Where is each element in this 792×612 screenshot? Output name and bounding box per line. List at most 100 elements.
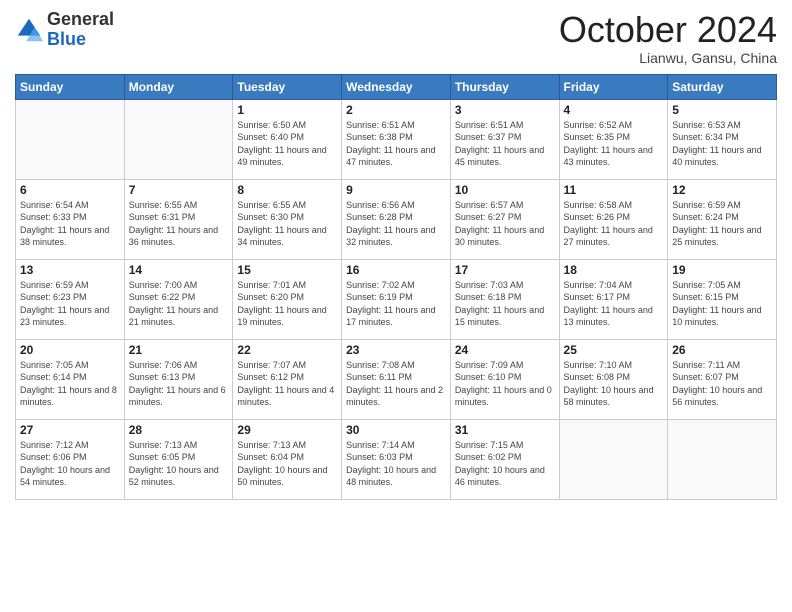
- title-block: October 2024 Lianwu, Gansu, China: [559, 10, 777, 66]
- calendar-cell: 21Sunrise: 7:06 AM Sunset: 6:13 PM Dayli…: [124, 339, 233, 419]
- day-info: Sunrise: 6:53 AM Sunset: 6:34 PM Dayligh…: [672, 119, 772, 169]
- day-number: 6: [20, 183, 120, 197]
- calendar-cell: 19 Sunrise: 7:05 AM Sunset: 6:15 PM Dayli…: [668, 259, 777, 339]
- day-info: Sunrise: 7:02 AM Sunset: 6:19 PM Dayligh…: [346, 279, 446, 329]
- day-info: Sunrise: 6:50 AM Sunset: 6:40 PM Dayligh…: [237, 119, 337, 169]
- month-title: October 2024: [559, 10, 777, 50]
- day-number: 13: [20, 263, 120, 277]
- calendar-cell: 1 Sunrise: 6:50 AM Sunset: 6:40 PM Daylig…: [233, 99, 342, 179]
- calendar-cell: 16 Sunrise: 7:02 AM Sunset: 6:19 PM Dayli…: [342, 259, 451, 339]
- day-info: Sunrise: 7:00 AM Sunset: 6:22 PM Dayligh…: [129, 279, 229, 329]
- day-info: Sunrise: 7:05 AM Sunset: 6:14 PM Dayligh…: [20, 359, 120, 409]
- day-info: Sunrise: 7:08 AM Sunset: 6:11 PM Dayligh…: [346, 359, 446, 409]
- day-info: Sunrise: 6:56 AM Sunset: 6:28 PM Dayligh…: [346, 199, 446, 249]
- calendar-cell: 4Sunrise: 6:52 AM Sunset: 6:35 PM Daylig…: [559, 99, 668, 179]
- day-header-tuesday: Tuesday: [233, 74, 342, 99]
- calendar-cell: 11Sunrise: 6:58 AM Sunset: 6:26 PM Dayli…: [559, 179, 668, 259]
- day-info: Sunrise: 6:57 AM Sunset: 6:27 PM Dayligh…: [455, 199, 555, 249]
- day-header-wednesday: Wednesday: [342, 74, 451, 99]
- calendar-cell: 28Sunrise: 7:13 AM Sunset: 6:05 PM Dayli…: [124, 419, 233, 499]
- logo: General Blue: [15, 10, 114, 50]
- day-info: Sunrise: 6:55 AM Sunset: 6:31 PM Dayligh…: [129, 199, 229, 249]
- day-number: 5: [672, 103, 772, 117]
- day-info: Sunrise: 6:59 AM Sunset: 6:23 PM Dayligh…: [20, 279, 120, 329]
- day-info: Sunrise: 7:03 AM Sunset: 6:18 PM Dayligh…: [455, 279, 555, 329]
- week-row-2: 6 Sunrise: 6:54 AM Sunset: 6:33 PM Daylig…: [16, 179, 777, 259]
- calendar-cell: 2Sunrise: 6:51 AM Sunset: 6:38 PM Daylig…: [342, 99, 451, 179]
- day-info: Sunrise: 6:54 AM Sunset: 6:33 PM Dayligh…: [20, 199, 120, 249]
- day-number: 27: [20, 423, 120, 437]
- day-info: Sunrise: 7:13 AM Sunset: 6:04 PM Dayligh…: [237, 439, 337, 489]
- calendar-cell: [16, 99, 125, 179]
- calendar-cell: 15Sunrise: 7:01 AM Sunset: 6:20 PM Dayli…: [233, 259, 342, 339]
- day-number: 10: [455, 183, 555, 197]
- day-info: Sunrise: 7:09 AM Sunset: 6:10 PM Dayligh…: [455, 359, 555, 409]
- day-info: Sunrise: 7:05 AM Sunset: 6:15 PM Dayligh…: [672, 279, 772, 329]
- day-header-saturday: Saturday: [668, 74, 777, 99]
- week-row-5: 27 Sunrise: 7:12 AM Sunset: 6:06 PM Dayli…: [16, 419, 777, 499]
- header: General Blue October 2024 Lianwu, Gansu,…: [15, 10, 777, 66]
- calendar-cell: 26 Sunrise: 7:11 AM Sunset: 6:07 PM Dayli…: [668, 339, 777, 419]
- day-number: 21: [129, 343, 229, 357]
- day-number: 25: [564, 343, 664, 357]
- day-info: Sunrise: 7:07 AM Sunset: 6:12 PM Dayligh…: [237, 359, 337, 409]
- calendar-cell: 8Sunrise: 6:55 AM Sunset: 6:30 PM Daylig…: [233, 179, 342, 259]
- week-row-1: 1 Sunrise: 6:50 AM Sunset: 6:40 PM Daylig…: [16, 99, 777, 179]
- day-info: Sunrise: 6:51 AM Sunset: 6:37 PM Dayligh…: [455, 119, 555, 169]
- calendar-cell: 25 Sunrise: 7:10 AM Sunset: 6:08 PM Dayli…: [559, 339, 668, 419]
- calendar-cell: 12 Sunrise: 6:59 AM Sunset: 6:24 PM Dayli…: [668, 179, 777, 259]
- day-number: 19: [672, 263, 772, 277]
- day-number: 26: [672, 343, 772, 357]
- calendar-cell: 27 Sunrise: 7:12 AM Sunset: 6:06 PM Dayli…: [16, 419, 125, 499]
- day-info: Sunrise: 7:14 AM Sunset: 6:03 PM Dayligh…: [346, 439, 446, 489]
- day-info: Sunrise: 7:10 AM Sunset: 6:08 PM Dayligh…: [564, 359, 664, 409]
- calendar-cell: 13 Sunrise: 6:59 AM Sunset: 6:23 PM Dayli…: [16, 259, 125, 339]
- day-number: 18: [564, 263, 664, 277]
- day-number: 28: [129, 423, 229, 437]
- day-info: Sunrise: 6:59 AM Sunset: 6:24 PM Dayligh…: [672, 199, 772, 249]
- day-number: 22: [237, 343, 337, 357]
- calendar-cell: [559, 419, 668, 499]
- calendar-cell: 17 Sunrise: 7:03 AM Sunset: 6:18 PM Dayli…: [450, 259, 559, 339]
- day-header-friday: Friday: [559, 74, 668, 99]
- calendar-cell: 7Sunrise: 6:55 AM Sunset: 6:31 PM Daylig…: [124, 179, 233, 259]
- day-number: 9: [346, 183, 446, 197]
- day-header-monday: Monday: [124, 74, 233, 99]
- day-info: Sunrise: 6:58 AM Sunset: 6:26 PM Dayligh…: [564, 199, 664, 249]
- calendar-cell: 29Sunrise: 7:13 AM Sunset: 6:04 PM Dayli…: [233, 419, 342, 499]
- calendar-cell: 9 Sunrise: 6:56 AM Sunset: 6:28 PM Daylig…: [342, 179, 451, 259]
- day-number: 15: [237, 263, 337, 277]
- calendar-cell: 3 Sunrise: 6:51 AM Sunset: 6:37 PM Daylig…: [450, 99, 559, 179]
- day-header-sunday: Sunday: [16, 74, 125, 99]
- calendar-cell: 22 Sunrise: 7:07 AM Sunset: 6:12 PM Dayli…: [233, 339, 342, 419]
- calendar-cell: 18Sunrise: 7:04 AM Sunset: 6:17 PM Dayli…: [559, 259, 668, 339]
- calendar-cell: [668, 419, 777, 499]
- day-number: 31: [455, 423, 555, 437]
- calendar-header-row: SundayMondayTuesdayWednesdayThursdayFrid…: [16, 74, 777, 99]
- day-number: 2: [346, 103, 446, 117]
- day-number: 24: [455, 343, 555, 357]
- day-info: Sunrise: 7:12 AM Sunset: 6:06 PM Dayligh…: [20, 439, 120, 489]
- day-number: 14: [129, 263, 229, 277]
- calendar-cell: 6 Sunrise: 6:54 AM Sunset: 6:33 PM Daylig…: [16, 179, 125, 259]
- logo-icon: [15, 16, 43, 44]
- day-number: 3: [455, 103, 555, 117]
- week-row-4: 20 Sunrise: 7:05 AM Sunset: 6:14 PM Dayli…: [16, 339, 777, 419]
- day-number: 20: [20, 343, 120, 357]
- week-row-3: 13 Sunrise: 6:59 AM Sunset: 6:23 PM Dayli…: [16, 259, 777, 339]
- calendar-table: SundayMondayTuesdayWednesdayThursdayFrid…: [15, 74, 777, 500]
- day-info: Sunrise: 7:15 AM Sunset: 6:02 PM Dayligh…: [455, 439, 555, 489]
- day-info: Sunrise: 6:52 AM Sunset: 6:35 PM Dayligh…: [564, 119, 664, 169]
- day-number: 12: [672, 183, 772, 197]
- day-info: Sunrise: 7:11 AM Sunset: 6:07 PM Dayligh…: [672, 359, 772, 409]
- day-number: 30: [346, 423, 446, 437]
- calendar-cell: 5 Sunrise: 6:53 AM Sunset: 6:34 PM Daylig…: [668, 99, 777, 179]
- day-number: 17: [455, 263, 555, 277]
- calendar-cell: 20 Sunrise: 7:05 AM Sunset: 6:14 PM Dayli…: [16, 339, 125, 419]
- calendar-page: General Blue October 2024 Lianwu, Gansu,…: [0, 0, 792, 612]
- calendar-cell: [124, 99, 233, 179]
- calendar-cell: 30 Sunrise: 7:14 AM Sunset: 6:03 PM Dayli…: [342, 419, 451, 499]
- day-number: 1: [237, 103, 337, 117]
- day-info: Sunrise: 6:55 AM Sunset: 6:30 PM Dayligh…: [237, 199, 337, 249]
- day-number: 16: [346, 263, 446, 277]
